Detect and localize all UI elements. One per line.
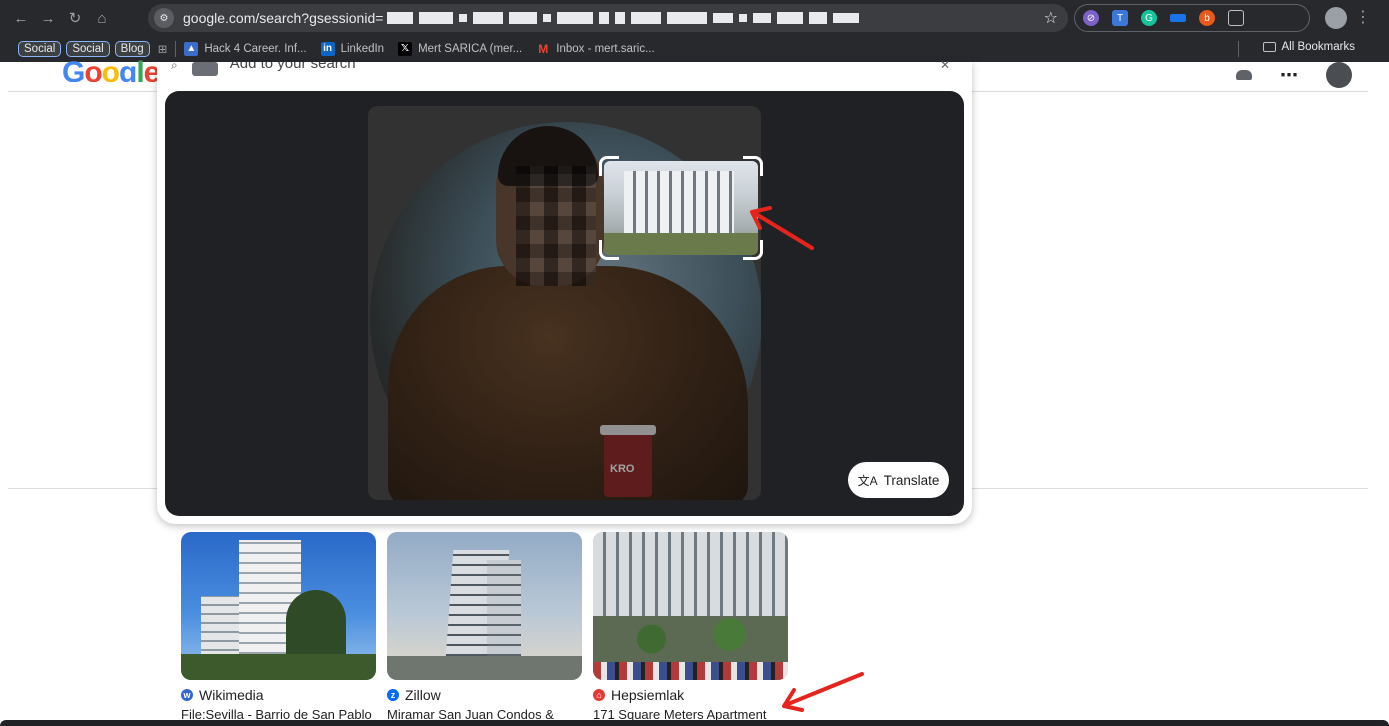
bookmark-label: Inbox - mert.saric... <box>556 43 655 55</box>
thumb-ground <box>387 656 582 680</box>
thumb-garden <box>593 616 788 662</box>
lens-panel: ⌕ Add to your search ✕ KRO 文A Translate <box>157 58 972 524</box>
labs-flask-icon[interactable] <box>1236 70 1252 80</box>
linkedin-icon: in <box>320 42 335 56</box>
bookmark-group-blog[interactable]: Blog <box>114 41 150 57</box>
extensions-area: ⊘ T G b <box>1074 4 1310 32</box>
gmail-icon: M <box>538 42 549 56</box>
bookmarks-divider <box>175 41 177 57</box>
translate-label: Translate <box>883 472 940 488</box>
extension-orange-icon[interactable]: b <box>1199 10 1215 26</box>
result-source[interactable]: w Wikimedia <box>181 687 376 703</box>
grammarly-icon[interactable]: G <box>1141 10 1157 26</box>
crop-handle-top-right[interactable] <box>743 156 763 176</box>
result-thumbnail[interactable] <box>387 532 582 680</box>
back-arrow-icon[interactable]: ← <box>10 7 32 29</box>
bookmark-star-icon[interactable]: ☆ <box>1044 8 1058 28</box>
url-text: google.com/search?gsessionid= <box>183 10 384 26</box>
crop-handle-bottom-left[interactable] <box>599 240 619 260</box>
extension-translate-icon[interactable]: T <box>1112 10 1128 26</box>
home-icon[interactable]: ⌂ <box>91 7 113 29</box>
lens-image-viewer[interactable]: KRO 文A Translate <box>165 91 964 516</box>
site-info-icon[interactable]: ⚙ <box>154 8 174 28</box>
redacted-url-part <box>387 12 865 24</box>
zillow-icon: z <box>387 689 399 701</box>
logo-letter: l <box>136 56 144 82</box>
selected-trees <box>604 233 758 255</box>
x-icon: 𝕏 <box>398 42 413 56</box>
result-thumbnail[interactable] <box>593 532 788 680</box>
address-bar[interactable]: ⚙ google.com/search?gsessionid= ☆ <box>148 4 1068 32</box>
extension-bar-icon[interactable] <box>1170 14 1186 22</box>
logo-letter: g <box>119 56 137 82</box>
source-name: Zillow <box>405 687 441 703</box>
hepsiemlak-icon: ⌂ <box>593 689 605 701</box>
google-apps-icon[interactable]: ⋯ <box>1280 65 1298 86</box>
hack4career-icon: ▲ <box>184 42 199 56</box>
bookmarks-divider <box>1238 41 1239 57</box>
annotation-arrow-top <box>750 206 814 250</box>
extensions-puzzle-icon[interactable] <box>1228 10 1244 26</box>
result-thumbnail[interactable] <box>181 532 376 680</box>
logo-letter: G <box>62 56 85 82</box>
bookmark-x-profile[interactable]: 𝕏 Mert SARICA (mer... <box>398 42 522 56</box>
result-card[interactable]: z Zillow Miramar San Juan Condos & <box>387 532 582 722</box>
thumb-bush <box>181 654 376 680</box>
profile-avatar[interactable] <box>1325 7 1347 29</box>
visual-matches: w Wikimedia File:Sevilla - Barrio de San… <box>181 532 799 722</box>
thumb-building <box>593 532 788 620</box>
apps-grid-icon[interactable]: ⊞ <box>158 42 168 56</box>
extension-compass-icon[interactable]: ⊘ <box>1083 10 1099 26</box>
bookmark-gmail[interactable]: M Inbox - mert.saric... <box>536 42 654 56</box>
all-bookmarks-label: All Bookmarks <box>1281 41 1356 53</box>
logo-letter: o <box>101 56 120 82</box>
selection-region[interactable] <box>604 161 758 255</box>
search-image-thumbnail[interactable] <box>191 62 218 76</box>
lens-search-placeholder[interactable]: Add to your search <box>230 62 356 72</box>
user-avatar[interactable] <box>1326 62 1352 88</box>
result-card[interactable]: ⌂ Hepsiemlak 171 Square Meters Apartment <box>593 532 788 722</box>
result-card[interactable]: w Wikimedia File:Sevilla - Barrio de San… <box>181 532 376 722</box>
thumb-cars <box>593 662 788 680</box>
bookmark-label: Mert SARICA (mer... <box>418 43 523 55</box>
bookmark-group-social-1[interactable]: Social <box>18 41 62 57</box>
translate-button[interactable]: 文A Translate <box>848 462 949 498</box>
bookmark-linkedin[interactable]: in LinkedIn <box>320 42 385 56</box>
translate-icon: 文A <box>857 473 878 488</box>
bookmark-hack4career[interactable]: ▲ Hack 4 Career. Inf... <box>184 42 307 56</box>
google-logo[interactable]: Google <box>62 56 159 82</box>
close-icon[interactable]: ✕ <box>940 58 950 72</box>
reload-icon[interactable]: ↻ <box>64 7 86 29</box>
bookmark-group-social-2[interactable]: Social <box>66 41 110 57</box>
bookmark-label: LinkedIn <box>340 43 385 55</box>
all-bookmarks-button[interactable]: All Bookmarks <box>1262 41 1356 53</box>
bottom-edge <box>0 720 1389 726</box>
result-source[interactable]: ⌂ Hepsiemlak <box>593 687 788 703</box>
logo-letter: o <box>84 56 102 82</box>
result-source[interactable]: z Zillow <box>387 687 582 703</box>
forward-arrow-icon[interactable]: → <box>37 7 59 29</box>
bookmarks-bar: Social Social Blog ⊞ ▲ Hack 4 Career. In… <box>0 36 1389 62</box>
lens-search-row[interactable]: ⌕ Add to your search <box>171 62 356 82</box>
bookmark-label: Hack 4 Career. Inf... <box>204 43 307 55</box>
wikimedia-icon: w <box>181 689 193 701</box>
source-name: Wikimedia <box>199 687 264 703</box>
header-right-icons: ⋯ <box>1236 62 1352 88</box>
browser-toolbar: ← → ↻ ⌂ ⚙ google.com/search?gsessionid= … <box>0 0 1389 36</box>
more-vert-icon[interactable]: ⋮ <box>1355 7 1371 27</box>
crop-handle-top-left[interactable] <box>599 156 619 176</box>
search-icon: ⌕ <box>171 62 178 72</box>
source-name: Hepsiemlak <box>611 687 685 703</box>
folder-icon <box>1262 42 1276 52</box>
